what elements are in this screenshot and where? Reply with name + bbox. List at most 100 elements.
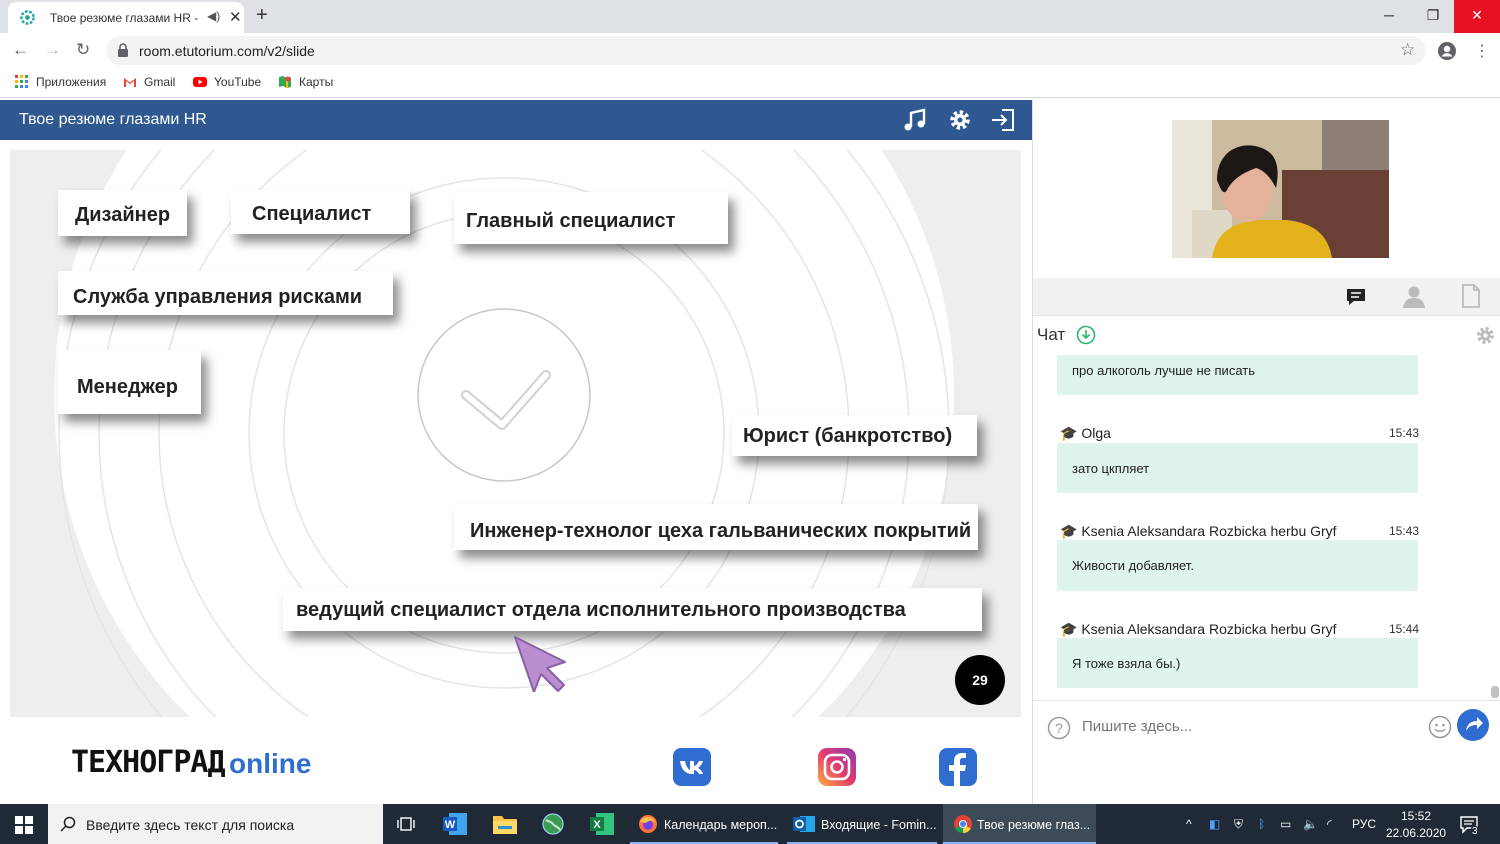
chat-message-time: 15:44 [1389, 622, 1420, 636]
file-explorer-icon[interactable] [493, 814, 517, 834]
chat-settings-gear-icon[interactable] [1475, 325, 1496, 346]
exit-icon[interactable] [990, 107, 1016, 133]
job-card-manager: Менеджер [58, 350, 201, 414]
vk-icon[interactable] [673, 748, 711, 786]
outlook-icon [793, 816, 815, 832]
settings-gear-icon[interactable] [947, 107, 973, 133]
taskbar-app-firefox[interactable]: Календарь мероп... [630, 804, 778, 844]
author-name: Ksenia Aleksandara Rozbicka herbu Gryf [1081, 621, 1337, 637]
instagram-icon[interactable] [818, 748, 856, 786]
close-tab-icon[interactable]: ✕ [229, 8, 242, 26]
tray-chevron-icon[interactable]: ^ [1186, 817, 1192, 831]
tray-clock-date[interactable]: 22.06.2020 [1386, 826, 1446, 840]
browser-tab-bar: Твое резюме глазами HR - ◀) ✕ + ─ ❐ ✕ [0, 0, 1500, 33]
minimize-button[interactable]: ─ [1366, 0, 1412, 33]
pointer-arrow-icon [514, 636, 566, 692]
bookmark-star-icon[interactable]: ☆ [1400, 40, 1415, 60]
apps-grid-icon [15, 75, 28, 88]
panel-tabs [1033, 278, 1500, 316]
emoji-icon[interactable] [1428, 715, 1452, 739]
profile-icon[interactable] [1437, 41, 1457, 61]
notification-count: 3 [1470, 826, 1480, 837]
svg-text:W: W [445, 819, 456, 831]
bookmark-maps[interactable]: Карты [278, 75, 333, 89]
browser-tab[interactable]: Твое резюме глазами HR - ◀) ✕ [8, 2, 244, 33]
bookmark-apps[interactable]: Приложения [15, 75, 106, 89]
tray-language[interactable]: РУС [1352, 817, 1376, 831]
tab-title: Твое резюме глазами HR - [50, 11, 199, 25]
presenter-video-frame [1172, 120, 1389, 258]
facebook-icon[interactable] [939, 748, 977, 786]
job-card-engineer: Инженер-технолог цеха гальванических пок… [454, 504, 978, 550]
files-tab-icon[interactable] [1461, 284, 1481, 308]
tray-shield-icon[interactable]: ⛨ [1234, 817, 1243, 832]
job-card-leading-specialist: ведущий специалист отдела исполнительног… [283, 588, 982, 631]
graduation-cap-icon: 🎓 [1060, 523, 1078, 539]
tray-wifi-icon[interactable]: ◜ [1327, 817, 1332, 831]
bookmark-maps-label: Карты [299, 75, 334, 89]
task-view-icon[interactable] [397, 815, 415, 833]
chat-message-input[interactable] [1082, 718, 1412, 735]
lock-icon [118, 43, 128, 57]
author-name: Olga [1081, 425, 1111, 441]
back-icon[interactable]: ← [12, 40, 29, 60]
bookmark-youtube-label: YouTube [214, 75, 262, 89]
browser-toolbar: ← → ↻ room.etutorium.com/v2/slide ☆ ⋮ [0, 33, 1500, 67]
word-icon[interactable]: W [443, 813, 467, 835]
chat-scrollbar[interactable] [1491, 686, 1499, 698]
taskbar-search-box[interactable]: Введите здесь текст для поиска [48, 804, 383, 844]
tray-volume-icon[interactable]: 🔈 [1303, 817, 1318, 831]
tray-outlook-icon[interactable]: ◧ [1209, 817, 1220, 831]
author-name: Ksenia Aleksandara Rozbicka herbu Gryf [1081, 523, 1337, 539]
music-icon[interactable] [902, 107, 928, 133]
chat-message-bubble: про алкоголь лучше не писать [1057, 355, 1418, 395]
chat-tab-icon[interactable] [1345, 286, 1367, 308]
restore-button[interactable]: ❐ [1410, 0, 1456, 33]
chat-message-author: 🎓 Olga [1060, 425, 1111, 442]
etutorium-favicon-icon [20, 10, 35, 25]
bookmark-gmail[interactable]: Gmail [123, 75, 175, 89]
speaker-icon[interactable]: ◀) [207, 9, 220, 23]
bookmark-apps-label: Приложения [36, 75, 107, 89]
presenter-video [1172, 120, 1389, 258]
reload-icon[interactable]: ↻ [76, 40, 90, 60]
chat-message-bubble: Живости добавляет. [1057, 540, 1418, 591]
edge-globe-icon[interactable] [542, 813, 564, 835]
youtube-icon [193, 77, 207, 87]
gmail-icon [124, 78, 136, 87]
taskbar-app-chrome[interactable]: Твое резюме глаз... [943, 804, 1096, 844]
tray-bluetooth-icon[interactable]: ᛒ [1258, 817, 1265, 831]
search-icon [60, 816, 76, 832]
chat-message-time: 15:43 [1389, 426, 1420, 440]
chat-message-bubble: Я тоже взяла бы.) [1057, 638, 1418, 688]
new-tab-button[interactable]: + [256, 4, 268, 27]
taskbar-app-label: Календарь мероп... [664, 818, 778, 832]
webinar-title: Твое резюме глазами HR [19, 111, 207, 128]
taskbar-app-outlook[interactable]: Входящие - Fomin... [787, 804, 937, 844]
windows-start-icon[interactable] [15, 816, 33, 834]
participants-tab-icon[interactable] [1402, 284, 1426, 308]
menu-dots-icon[interactable]: ⋮ [1474, 41, 1490, 61]
job-card-lawyer: Юрист (банкротство) [732, 415, 977, 456]
firefox-icon [639, 815, 657, 833]
job-card-designer: Дизайнер [58, 190, 187, 236]
chat-message-author: 🎓 Ksenia Aleksandara Rozbicka herbu Gryf [1060, 621, 1337, 638]
job-card-specialist: Специалист [231, 190, 410, 234]
chat-message-author: 🎓 Ksenia Aleksandara Rozbicka herbu Gryf [1060, 523, 1337, 540]
job-card-risk-management: Служба управления рисками [58, 271, 393, 315]
excel-icon[interactable]: X [590, 813, 614, 835]
download-circle-icon[interactable] [1076, 325, 1096, 345]
tray-clock-time[interactable]: 15:52 [1401, 809, 1431, 823]
address-bar[interactable]: room.etutorium.com/v2/slide ☆ [106, 36, 1426, 65]
tray-battery-icon[interactable]: ▭ [1280, 817, 1291, 831]
forward-icon[interactable]: → [44, 40, 61, 60]
help-icon[interactable]: ? [1047, 716, 1071, 740]
bookmark-youtube[interactable]: YouTube [193, 75, 261, 89]
svg-text:X: X [593, 819, 601, 831]
taskbar-app-label: Входящие - Fomin... [821, 818, 937, 832]
chrome-icon [954, 815, 972, 833]
job-card-chief-specialist: Главный специалист [454, 192, 728, 244]
window-close-button[interactable]: ✕ [1454, 0, 1500, 33]
send-button[interactable] [1457, 709, 1489, 741]
online-logo-text: online [229, 748, 312, 779]
